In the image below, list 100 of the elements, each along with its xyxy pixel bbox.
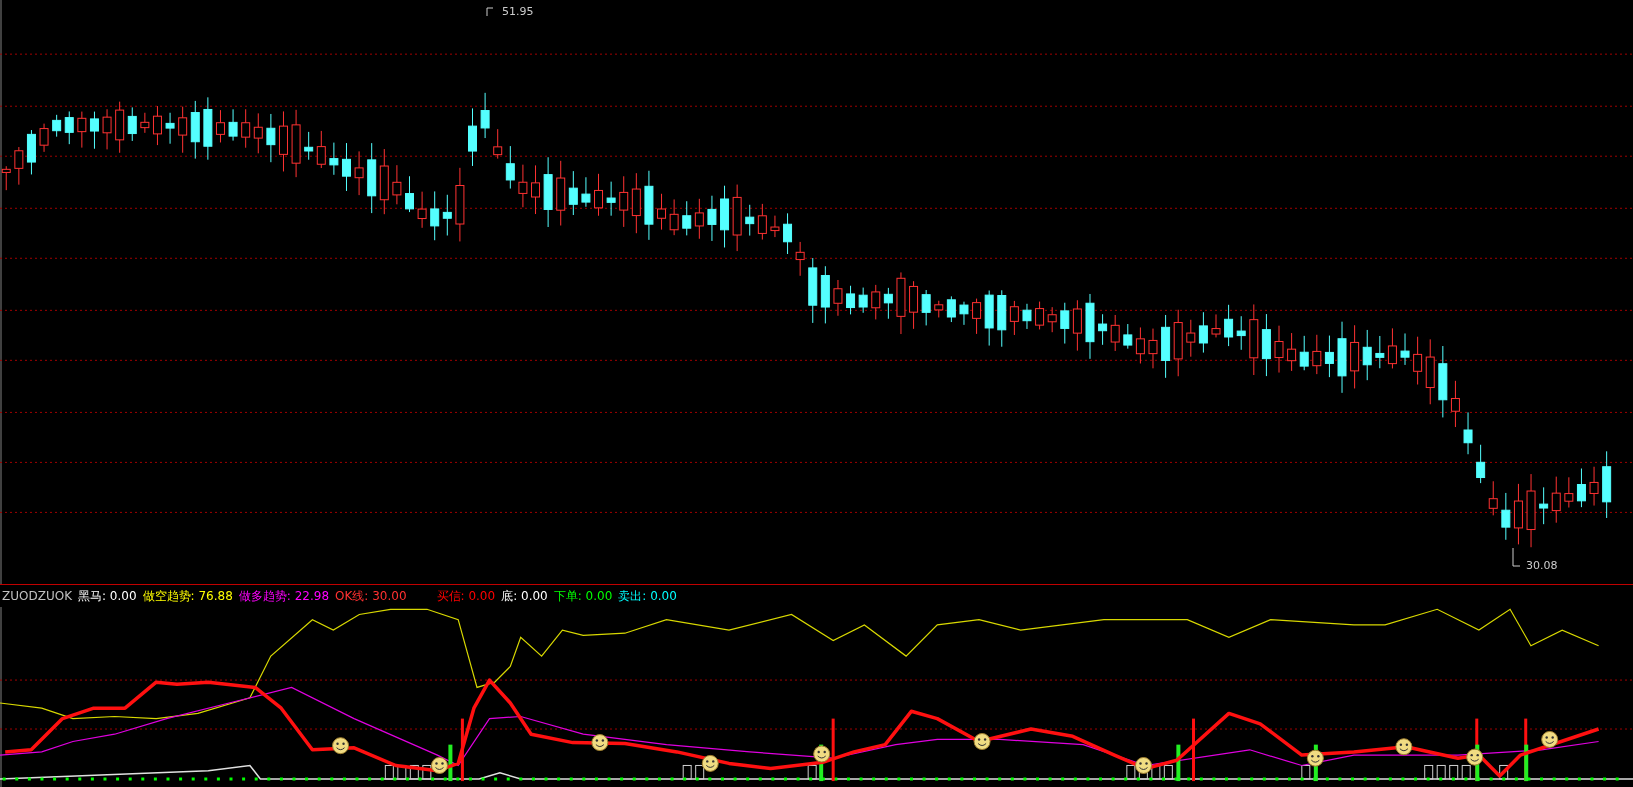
candle — [883, 287, 893, 320]
candle — [480, 92, 490, 139]
indicator-name: ZUODZUOK — [2, 589, 72, 603]
candle — [115, 101, 125, 154]
candle — [1589, 466, 1599, 507]
candle — [342, 142, 351, 192]
smiley-icon — [813, 745, 831, 763]
candle — [1072, 299, 1082, 352]
step-marker — [1449, 764, 1459, 780]
candle — [1135, 326, 1145, 364]
step-marker — [1163, 764, 1173, 780]
step-marker — [1301, 764, 1311, 780]
candle — [757, 203, 767, 241]
candle — [1287, 332, 1297, 372]
indicator-value: 做空趋势: 76.88 — [142, 587, 233, 605]
step-marker — [682, 764, 692, 780]
candle — [1501, 492, 1511, 541]
candle — [102, 108, 112, 150]
smiley-icon — [973, 733, 991, 750]
candle — [405, 175, 414, 213]
candle — [808, 257, 818, 324]
candle — [783, 212, 793, 255]
step-marker — [1424, 764, 1434, 780]
candle — [1110, 314, 1120, 352]
candle — [64, 110, 74, 145]
candle — [241, 108, 251, 149]
signal-bar — [831, 718, 835, 782]
candle — [909, 280, 919, 330]
candle — [1375, 335, 1385, 369]
candle — [606, 181, 616, 217]
indicator-value: OK线: 30.00 — [335, 587, 407, 605]
candle — [493, 128, 503, 160]
candle — [1576, 468, 1586, 508]
candle — [1539, 486, 1549, 525]
candle — [1476, 444, 1486, 484]
candle — [1413, 336, 1423, 385]
step-marker — [695, 764, 705, 780]
candle — [1211, 313, 1221, 338]
smiley-icon — [591, 734, 609, 752]
candle — [770, 215, 780, 238]
candle — [1450, 380, 1460, 428]
candle — [581, 176, 591, 208]
candle — [1085, 293, 1095, 360]
candle — [858, 287, 868, 314]
candle — [1602, 450, 1612, 519]
step-marker — [422, 764, 432, 780]
step-marker — [1436, 764, 1446, 780]
candle — [833, 279, 843, 317]
candle — [732, 184, 742, 252]
candle — [1463, 411, 1473, 455]
candle — [1261, 313, 1271, 377]
candle — [1400, 332, 1410, 366]
candle — [846, 285, 856, 315]
smiley-icon — [1541, 730, 1559, 748]
candle — [594, 173, 603, 217]
candle — [52, 114, 62, 138]
smiley-icon — [1466, 748, 1484, 766]
candle — [1350, 324, 1360, 389]
candle — [619, 175, 629, 228]
candle — [972, 298, 982, 335]
candle — [871, 284, 881, 320]
candle — [568, 170, 578, 216]
leader-line — [1512, 547, 1521, 567]
candle — [266, 113, 276, 163]
candle — [1009, 300, 1019, 336]
candle — [127, 106, 137, 142]
candle — [1224, 304, 1234, 347]
candle — [77, 111, 87, 149]
candle — [669, 198, 679, 236]
candle — [556, 160, 566, 227]
candle — [89, 111, 99, 150]
candle — [1387, 327, 1397, 369]
candle — [531, 164, 540, 215]
candle — [1035, 301, 1045, 330]
candle — [442, 194, 452, 236]
candle — [1324, 335, 1334, 378]
signal-bar — [448, 744, 453, 782]
smiley-icon — [1395, 738, 1413, 756]
smiley-icon — [431, 756, 448, 774]
candle — [253, 112, 263, 154]
candle — [367, 142, 377, 214]
candle — [291, 109, 301, 178]
step-marker — [1126, 764, 1136, 780]
candle — [430, 190, 440, 241]
candle — [190, 100, 200, 160]
smiley-icon — [1135, 756, 1152, 774]
candle — [644, 170, 654, 241]
step-marker — [384, 764, 394, 780]
candle — [1362, 329, 1372, 381]
candle — [1299, 335, 1309, 371]
indicator-value: 卖出: 0.00 — [618, 587, 677, 605]
candle — [1274, 325, 1284, 374]
step-marker — [807, 764, 817, 780]
candle — [1123, 323, 1133, 350]
candle — [997, 289, 1007, 348]
candle — [1236, 315, 1246, 351]
candle — [505, 145, 515, 190]
candle — [178, 106, 188, 154]
candle — [1173, 309, 1183, 377]
indicator-value: 黑马: 0.00 — [78, 587, 137, 605]
